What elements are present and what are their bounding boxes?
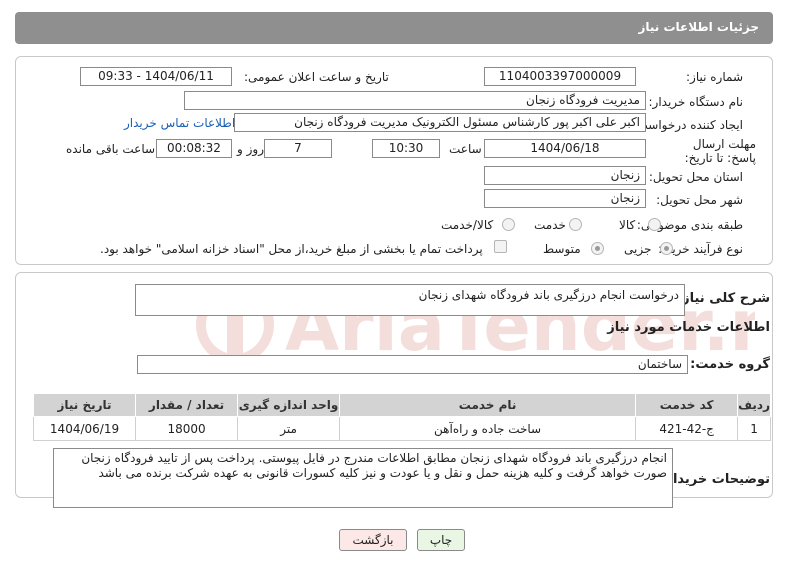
remaining-label: ساعت باقی مانده (66, 142, 156, 156)
treasury-payment-checkbox[interactable] (494, 240, 507, 253)
buyer-notes-label: توضیحات خریدار: (660, 472, 770, 487)
col-unit-header: واحد اندازه گیری (237, 393, 341, 417)
back-button[interactable]: بازگشت (339, 529, 407, 551)
buyer-contact-link[interactable]: اطلاعات تماس خریدار (124, 116, 235, 130)
treasury-payment-note: پرداخت تمام یا بخشی از مبلغ خرید،از محل … (100, 242, 483, 256)
col-qty-header: تعداد / مقدار (135, 393, 239, 417)
cell-need-date: 1404/06/19 (32, 416, 137, 441)
city-field[interactable]: زنجان (484, 189, 646, 208)
print-button[interactable]: چاپ (417, 529, 465, 551)
category-radio-goods-service[interactable] (502, 218, 515, 231)
col-date-header: تاریخ نیاز (32, 393, 137, 417)
process-option-medium: متوسط (543, 242, 581, 256)
table-row[interactable]: 1 ج-42-421 ساخت جاده و راه‌آهن متر 18000… (32, 416, 771, 441)
process-radio-medium[interactable] (591, 242, 604, 255)
creator-label: ایجاد کننده درخواست: (632, 118, 743, 132)
cell-unit: متر (237, 416, 341, 441)
need-info-panel (15, 56, 773, 265)
category-option-goods: کالا (619, 218, 636, 232)
service-group-label: گروه خدمت: (690, 357, 770, 372)
need-number-field[interactable]: 1104003397000009 (484, 67, 636, 86)
summary-field[interactable]: درخواست انجام درزگیری باند فرودگاه شهدای… (135, 284, 685, 316)
cell-quantity: 18000 (135, 416, 239, 441)
deadline-label: مهلت ارسال پاسخ: تا تاریخ: (684, 137, 756, 165)
cell-service-code: ج-42-421 (635, 416, 739, 441)
process-option-minor: جزیی (624, 242, 652, 256)
province-label: استان محل تحویل: (648, 170, 743, 184)
deadline-time-field[interactable]: 10:30 (372, 139, 440, 158)
col-row-header: ردیف (737, 393, 771, 417)
buyer-org-label: نام دستگاه خریدار: (648, 95, 744, 109)
announce-label: تاریخ و ساعت اعلان عمومی: (244, 70, 389, 84)
service-group-field[interactable]: ساختمان (137, 355, 688, 374)
col-name-header: نام خدمت (339, 393, 637, 417)
time-label: ساعت (449, 142, 482, 156)
deadline-date-field[interactable]: 1404/06/18 (484, 139, 646, 158)
remaining-time-field[interactable]: 00:08:32 (156, 139, 232, 158)
creator-field[interactable]: اکبر علی اکبر پور کارشناس مسئول الکترونی… (234, 113, 646, 132)
page-title: جزئیات اطلاعات نیاز (638, 20, 759, 34)
buyer-notes-field[interactable]: انجام درزگیری باند فرودگاه شهدای زنجان م… (53, 448, 673, 508)
days-label: روز و (237, 142, 264, 156)
category-option-goods-service: کالا/خدمت (441, 218, 494, 232)
process-radio-minor[interactable] (660, 242, 673, 255)
need-number-label: شماره نیاز: (686, 70, 743, 84)
services-table-header: ردیف کد خدمت نام خدمت واحد اندازه گیری ت… (32, 393, 771, 417)
page-header: جزئیات اطلاعات نیاز (15, 12, 773, 44)
announce-field[interactable]: 1404/06/11 - 09:33 (80, 67, 232, 86)
services-table: ردیف کد خدمت نام خدمت واحد اندازه گیری ت… (32, 393, 771, 441)
cell-row-number: 1 (737, 416, 771, 441)
category-option-service: خدمت (534, 218, 566, 232)
category-radio-service[interactable] (569, 218, 582, 231)
services-section-title: اطلاعات خدمات مورد نیاز (607, 320, 770, 335)
buyer-org-field[interactable]: مدیریت فرودگاه زنجان (184, 91, 646, 110)
col-code-header: کد خدمت (635, 393, 739, 417)
cell-service-name: ساخت جاده و راه‌آهن (339, 416, 637, 441)
city-label: شهر محل تحویل: (656, 193, 743, 207)
summary-label: شرح کلی نیاز: (676, 291, 770, 306)
category-radio-goods[interactable] (648, 218, 661, 231)
province-field[interactable]: زنجان (484, 166, 646, 185)
days-field[interactable]: 7 (264, 139, 332, 158)
